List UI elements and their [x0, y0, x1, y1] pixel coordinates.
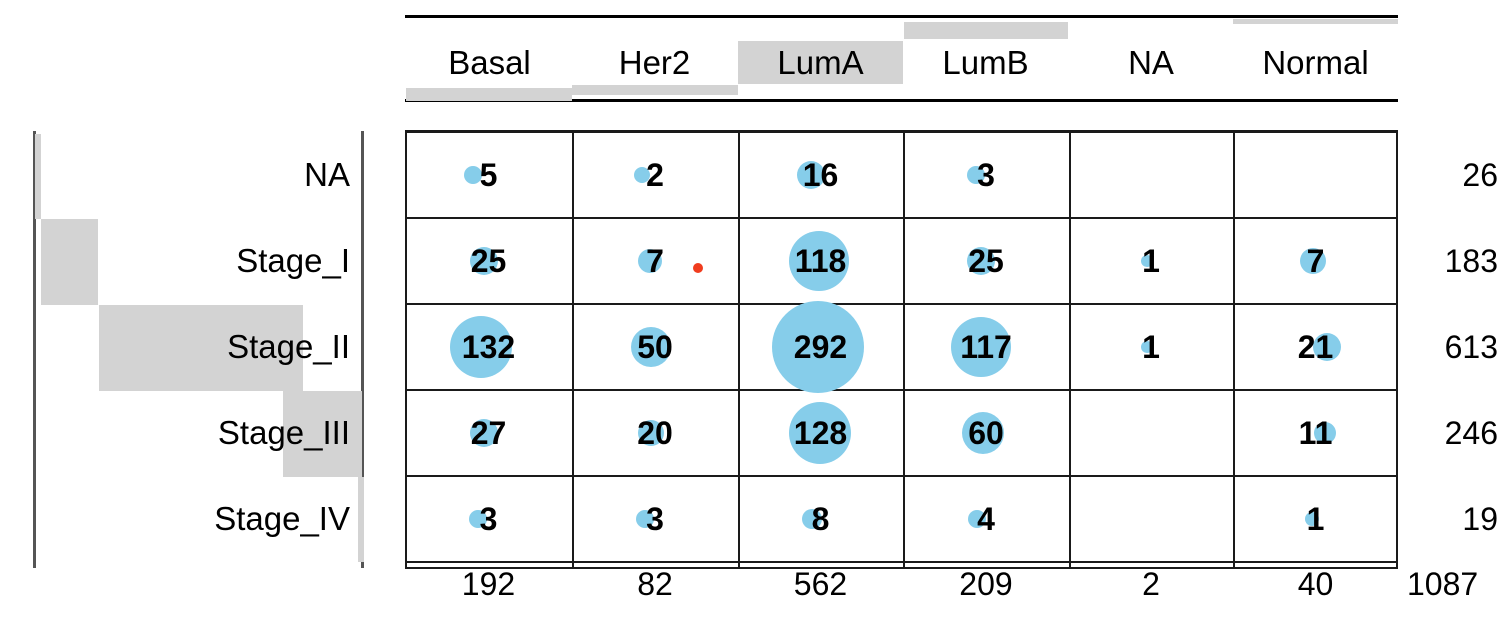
cell-value[interactable]: 20 [575, 417, 735, 449]
grid-line-vertical [1396, 131, 1398, 568]
grid-line-top [405, 130, 1398, 132]
cell-value[interactable]: 1 [1236, 503, 1396, 535]
cell-value[interactable]: 21 [1236, 331, 1396, 363]
row-header-stage_iii[interactable]: Stage_III [40, 412, 350, 454]
association-plot: Basal Her2 LumA LumB NA Normal NA Stage_I Stage… [0, 0, 1508, 626]
cell-value[interactable]: 118 [741, 245, 901, 277]
cell-value[interactable]: 7 [1236, 245, 1396, 277]
column-header-na[interactable]: NA [1069, 42, 1233, 84]
row-header-stage_ii[interactable]: Stage_II [40, 326, 350, 368]
grid-line-horizontal [405, 217, 1398, 219]
row-total: 183 [1444, 243, 1498, 279]
column-header-luma[interactable]: LumA [738, 42, 903, 84]
header-top-rule [405, 15, 1398, 18]
cell-value[interactable]: 5 [409, 159, 569, 191]
cell-value[interactable]: 11 [1236, 417, 1396, 449]
cell-value[interactable]: 7 [575, 245, 735, 277]
cell-value[interactable]: 132 [409, 331, 569, 363]
row-total: 613 [1444, 329, 1498, 365]
grid-line-horizontal [405, 561, 1398, 563]
grand-total: 1087 [1407, 566, 1479, 602]
cell-value[interactable]: 16 [741, 159, 901, 191]
row-total: 26 [1462, 157, 1498, 193]
cell-value[interactable]: 25 [906, 245, 1066, 277]
grid-line-horizontal [405, 389, 1398, 391]
cell-value[interactable]: 60 [906, 417, 1066, 449]
column-header-basal[interactable]: Basal [407, 42, 572, 84]
grid-line-horizontal [405, 475, 1398, 477]
row-header-stage_i[interactable]: Stage_I [40, 240, 350, 282]
cell-value[interactable]: 128 [741, 417, 901, 449]
cell-value[interactable]: 50 [575, 331, 735, 363]
column-total: 192 [461, 566, 516, 602]
grid-line-vertical [572, 131, 574, 568]
row-header-stage_iv[interactable]: Stage_IV [40, 498, 350, 540]
column-total: 209 [959, 566, 1013, 602]
column-total: 82 [637, 566, 673, 602]
grid-line-horizontal [405, 303, 1398, 305]
cell-value[interactable]: 3 [409, 503, 569, 535]
cell-value[interactable]: 8 [741, 503, 901, 535]
cell-value[interactable]: 1 [1071, 245, 1231, 277]
column-header-normal[interactable]: Normal [1233, 42, 1398, 84]
column-highlight-her2 [572, 85, 738, 95]
row-header-na[interactable]: NA [40, 154, 350, 196]
cell-value[interactable]: 3 [906, 159, 1066, 191]
column-highlight-lumb [904, 22, 1068, 39]
row-total: 19 [1462, 501, 1498, 537]
column-header-her2[interactable]: Her2 [572, 42, 737, 84]
column-highlight-normal [1233, 19, 1398, 24]
column-total: 2 [1142, 566, 1160, 602]
column-highlight-basal [406, 88, 572, 101]
cell-value[interactable]: 4 [906, 503, 1066, 535]
row-highlight-stage_iv [358, 477, 364, 562]
cell-value[interactable]: 27 [409, 417, 569, 449]
column-total: 40 [1297, 566, 1334, 602]
cell-value[interactable]: 2 [575, 159, 735, 191]
residual-marker [693, 263, 703, 273]
cell-value[interactable]: 292 [741, 331, 901, 363]
row-total: 246 [1444, 415, 1498, 451]
column-total: 562 [793, 566, 848, 602]
cell-value[interactable]: 117 [906, 331, 1066, 363]
grid-line-vertical [405, 131, 407, 568]
cell-value[interactable]: 25 [409, 245, 569, 277]
cell-value[interactable]: 3 [575, 503, 735, 535]
cell-value[interactable]: 1 [1071, 331, 1231, 363]
column-header-lumb[interactable]: LumB [903, 42, 1068, 84]
grid-line-vertical [903, 131, 905, 568]
